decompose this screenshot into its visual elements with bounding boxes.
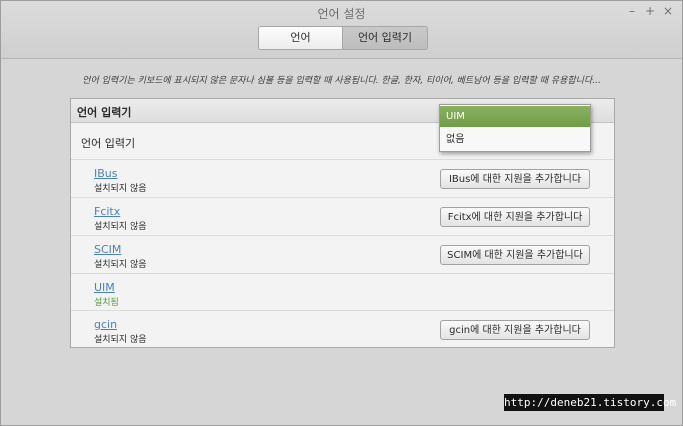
ime-status-fcitx: 설치되지 않음 (94, 222, 147, 232)
ime-row-fcitx: Fcitx 설치되지 않음 Fcitx에 대한 지원을 추가합니다 (71, 198, 614, 236)
title-bar: 언어 설정 – + × 언어 언어 입력기 (1, 1, 682, 59)
input-method-dropdown[interactable]: UIM 없음 (439, 104, 591, 152)
ime-status-gcin: 설치되지 않음 (94, 335, 147, 345)
maximize-button[interactable]: + (643, 4, 657, 18)
ime-link-gcin[interactable]: gcin (94, 318, 117, 331)
ime-status-scim: 설치되지 않음 (94, 260, 147, 270)
dropdown-option-uim[interactable]: UIM (440, 106, 590, 127)
ime-row-scim: SCIM 설치되지 않음 SCIM에 대한 지원을 추가합니다 (71, 236, 614, 274)
tab-bar: 언어 언어 입력기 (258, 26, 428, 50)
add-ibus-support-button[interactable]: IBus에 대한 지원을 추가합니다 (440, 169, 590, 189)
tab-language[interactable]: 언어 (259, 27, 343, 49)
ime-row-gcin: gcin 설치되지 않음 gcin에 대한 지원을 추가합니다 (71, 311, 614, 347)
add-gcin-support-button[interactable]: gcin에 대한 지원을 추가합니다 (440, 320, 590, 340)
language-settings-window: 언어 설정 – + × 언어 언어 입력기 언어 입력기는 키보드에 표시되지 … (0, 0, 683, 426)
tab-input-method[interactable]: 언어 입력기 (343, 27, 427, 49)
close-button[interactable]: × (661, 4, 675, 18)
ime-status-ibus: 설치되지 않음 (94, 184, 147, 194)
add-scim-support-button[interactable]: SCIM에 대한 지원을 추가합니다 (440, 245, 590, 265)
ime-link-uim[interactable]: UIM (94, 281, 115, 294)
ime-status-uim: 설치됨 (94, 298, 119, 308)
description-text: 언어 입력기는 키보드에 표시되지 않은 문자나 심볼 등을 입력할 때 사용됩… (82, 76, 601, 86)
ime-row-ibus: IBus 설치되지 않음 IBus에 대한 지원을 추가합니다 (71, 160, 614, 198)
ime-link-scim[interactable]: SCIM (94, 243, 121, 256)
minimize-button[interactable]: – (625, 4, 639, 18)
input-method-label: 언어 입력기 (81, 137, 136, 150)
add-fcitx-support-button[interactable]: Fcitx에 대한 지원을 추가합니다 (440, 207, 590, 227)
watermark-url: http://deneb21.tistory.com (504, 394, 677, 411)
ime-row-uim: UIM 설치됨 (71, 274, 614, 311)
ime-link-fcitx[interactable]: Fcitx (94, 205, 120, 218)
ime-link-ibus[interactable]: IBus (94, 167, 118, 180)
window-title: 언어 설정 (317, 7, 366, 21)
panel-header-label: 언어 입력기 (77, 106, 132, 119)
dropdown-option-none[interactable]: 없음 (440, 129, 590, 150)
